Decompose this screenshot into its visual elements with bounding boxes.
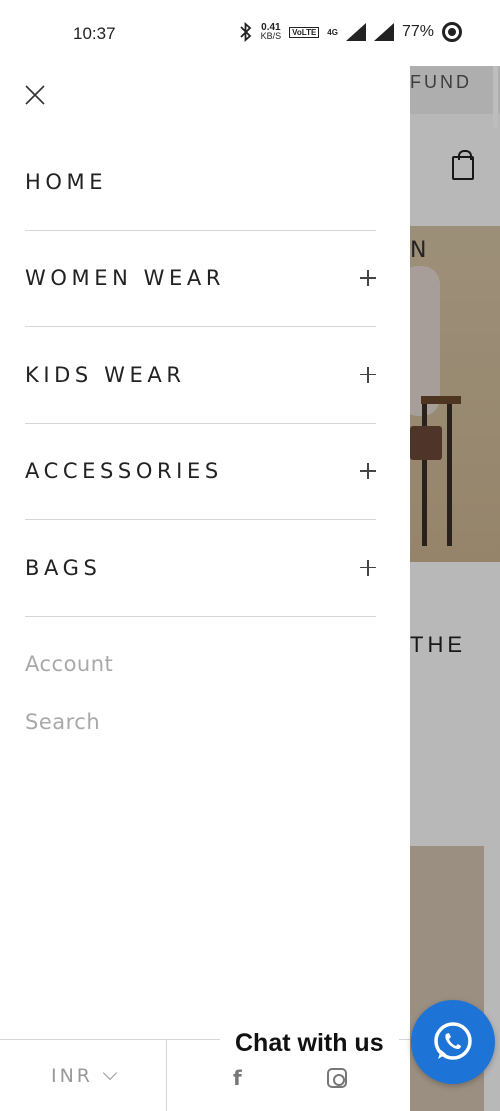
menu-item-label: KIDS WEAR bbox=[25, 362, 186, 387]
main-menu: HOME WOMEN WEAR KIDS WEAR ACCESSORIES BA… bbox=[25, 134, 376, 617]
whatsapp-icon bbox=[434, 1022, 472, 1060]
currency-selector[interactable]: INR bbox=[0, 1040, 167, 1111]
menu-item-bags[interactable]: BAGS bbox=[25, 520, 376, 617]
status-time: 10:37 bbox=[73, 24, 116, 43]
menu-item-kids-wear[interactable]: KIDS WEAR bbox=[25, 327, 376, 424]
plus-icon[interactable] bbox=[360, 559, 376, 576]
menu-item-accessories[interactable]: ACCESSORIES bbox=[25, 424, 376, 520]
facebook-icon[interactable]: f bbox=[233, 1066, 242, 1090]
overlay-scrim[interactable] bbox=[410, 52, 500, 1111]
search-link[interactable]: Search bbox=[25, 710, 113, 734]
menu-item-women-wear[interactable]: WOMEN WEAR bbox=[25, 231, 376, 327]
menu-item-label: BAGS bbox=[25, 555, 102, 580]
status-bar: 10:37 0.41 KB/S VoLTE 4G 77% bbox=[0, 0, 500, 66]
network-type: 4G bbox=[327, 27, 338, 37]
account-link[interactable]: Account bbox=[25, 652, 113, 676]
network-speed: 0.41 KB/S bbox=[260, 22, 282, 41]
close-button[interactable] bbox=[24, 84, 46, 106]
status-icons: 0.41 KB/S VoLTE 4G 77% bbox=[239, 22, 462, 42]
close-icon bbox=[25, 85, 45, 105]
chat-label[interactable]: Chat with us bbox=[220, 1022, 399, 1064]
background-page: FUND N THE bbox=[410, 52, 500, 1111]
menu-item-label: WOMEN WEAR bbox=[25, 266, 226, 291]
data-saver-icon bbox=[442, 22, 462, 42]
secondary-links: Account Search bbox=[25, 652, 113, 768]
menu-item-label: ACCESSORIES bbox=[25, 459, 223, 484]
plus-icon[interactable] bbox=[360, 366, 376, 383]
battery-level: 77% bbox=[401, 23, 434, 40]
plus-icon[interactable] bbox=[360, 270, 376, 287]
instagram-icon[interactable] bbox=[327, 1068, 347, 1088]
signal-icon bbox=[373, 23, 394, 41]
menu-item-home[interactable]: HOME bbox=[25, 134, 376, 231]
currency-label: INR bbox=[50, 1065, 94, 1087]
menu-item-label: HOME bbox=[25, 169, 108, 194]
whatsapp-chat-button[interactable] bbox=[411, 1000, 495, 1084]
bluetooth-icon bbox=[239, 22, 251, 42]
navigation-drawer: HOME WOMEN WEAR KIDS WEAR ACCESSORIES BA… bbox=[0, 52, 410, 1111]
signal-icon bbox=[345, 23, 366, 41]
chevron-down-icon bbox=[102, 1065, 118, 1081]
volte-badge: VoLTE bbox=[289, 26, 320, 38]
plus-icon[interactable] bbox=[360, 463, 376, 480]
